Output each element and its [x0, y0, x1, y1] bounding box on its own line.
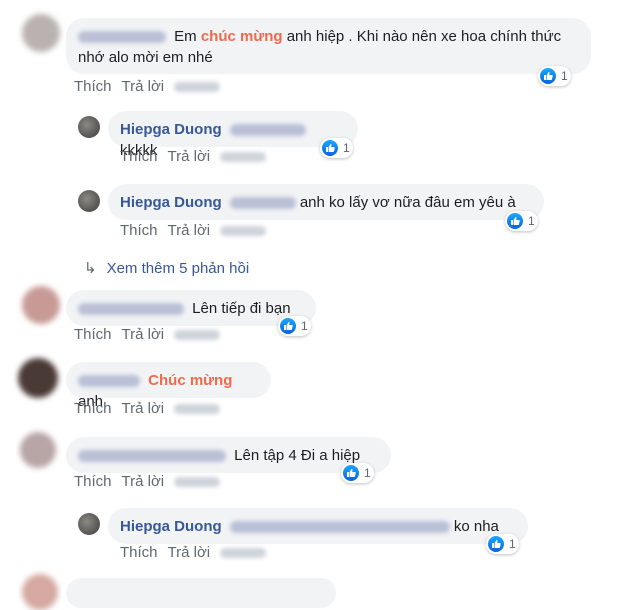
comment-actions: Thích Trả lời	[74, 78, 230, 95]
reaction-count[interactable]: 1	[538, 66, 571, 86]
author-name[interactable]: Hiepga Duong	[120, 518, 222, 535]
like-reaction-icon	[540, 68, 556, 84]
author-name[interactable]	[78, 450, 226, 463]
reply-link[interactable]: Trả lời	[122, 473, 165, 490]
timestamp	[174, 477, 221, 488]
reply-link[interactable]: Trả lời	[168, 222, 211, 239]
view-more-replies-link[interactable]: ↳ Xem thêm 5 phản hồi	[84, 259, 249, 277]
reply-link[interactable]: Trả lời	[168, 148, 211, 165]
highlight-text: Chúc mừng	[148, 372, 233, 389]
like-link[interactable]: Thích	[120, 222, 158, 239]
author-name[interactable]	[78, 303, 184, 316]
author-name-blurred	[229, 521, 450, 534]
reaction-count[interactable]: 1	[486, 534, 519, 554]
comment-bubble: Hiepga Duong kkkkk	[108, 111, 358, 159]
timestamp	[174, 404, 221, 415]
reaction-count[interactable]: 1	[505, 211, 538, 231]
like-link[interactable]: Thích	[74, 326, 112, 343]
reaction-count[interactable]: 1	[320, 138, 353, 158]
comment-actions: Thích Trả lời	[120, 544, 276, 561]
comment-bubble: Hiepga Duong anh ko lấy vơ nữa đâu em yê…	[108, 184, 544, 220]
comment-bubble: Hiepga Duong ko nha	[108, 508, 528, 544]
author-name-blurred	[229, 197, 296, 210]
author-name[interactable]: Hiepga Duong	[120, 194, 222, 211]
avatar[interactable]	[78, 116, 100, 138]
author-name[interactable]: Hiepga Duong	[120, 121, 222, 138]
comment-actions: Thích Trả lời	[120, 148, 276, 165]
reply-link[interactable]: Trả lời	[168, 544, 211, 561]
avatar[interactable]	[78, 190, 100, 212]
reply-link[interactable]: Trả lời	[122, 78, 165, 95]
like-link[interactable]: Thích	[74, 78, 112, 95]
like-reaction-icon	[507, 213, 523, 229]
comment-actions: Thích Trả lời	[74, 400, 230, 417]
timestamp	[220, 548, 267, 559]
like-link[interactable]: Thích	[120, 544, 158, 561]
comment-bubble	[66, 578, 336, 608]
avatar[interactable]	[22, 286, 60, 324]
like-link[interactable]: Thích	[120, 148, 158, 165]
avatar[interactable]	[18, 358, 58, 398]
comment-actions: Thích Trả lời	[74, 473, 230, 490]
comment-actions: Thích Trả lời	[120, 222, 276, 239]
timestamp	[220, 226, 267, 237]
reply-arrow-icon: ↳	[84, 260, 97, 277]
comment-bubble: Chúc mừng anh	[66, 362, 271, 410]
timestamp	[220, 152, 267, 163]
reaction-count[interactable]: 1	[278, 316, 311, 336]
avatar[interactable]	[78, 513, 100, 535]
author-name[interactable]	[78, 31, 166, 44]
avatar[interactable]	[20, 432, 56, 468]
reaction-count[interactable]: 1	[341, 463, 374, 483]
timestamp	[174, 330, 221, 341]
like-link[interactable]: Thích	[74, 400, 112, 417]
comment-bubble: Em chúc mừng anh hiệp . Khi nào nên xe h…	[66, 18, 591, 74]
reply-link[interactable]: Trả lời	[122, 400, 165, 417]
avatar[interactable]	[22, 574, 58, 610]
avatar[interactable]	[22, 14, 60, 52]
like-reaction-icon	[280, 318, 296, 334]
like-reaction-icon	[322, 140, 338, 156]
reply-link[interactable]: Trả lời	[122, 326, 165, 343]
like-link[interactable]: Thích	[74, 473, 112, 490]
author-name-blurred	[229, 124, 306, 137]
author-name[interactable]	[78, 375, 140, 388]
highlight-text: chúc mừng	[200, 28, 283, 45]
like-reaction-icon	[488, 536, 504, 552]
timestamp	[174, 82, 221, 93]
like-reaction-icon	[343, 465, 359, 481]
comment-actions: Thích Trả lời	[74, 326, 230, 343]
